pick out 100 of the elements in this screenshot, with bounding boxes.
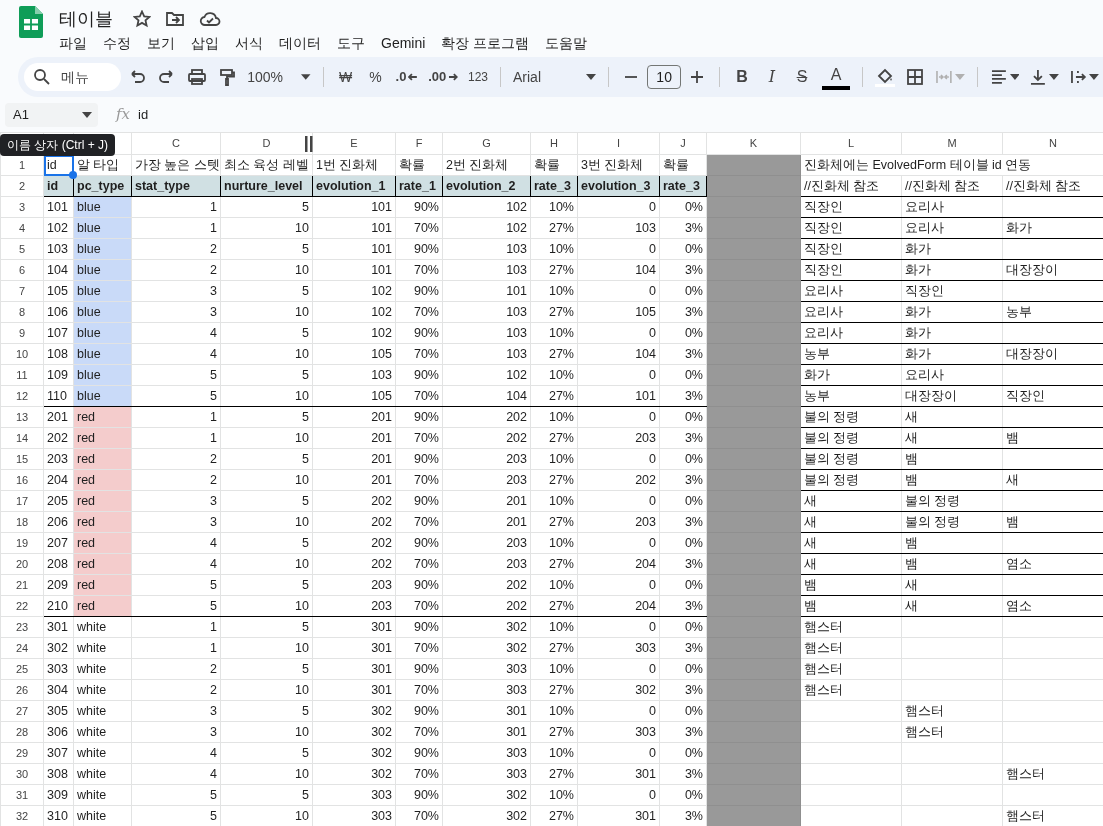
table-cell: 301 — [442, 721, 531, 743]
bold-button[interactable]: B — [728, 63, 756, 91]
column-header[interactable]: G — [442, 132, 531, 155]
font-size-field[interactable]: 10 — [647, 65, 681, 89]
search-field[interactable]: 메뉴 — [24, 63, 122, 91]
font-dropdown[interactable]: Arial — [509, 63, 601, 91]
number-format-button[interactable]: 123 — [464, 63, 492, 91]
star-icon[interactable] — [133, 10, 151, 28]
row-number[interactable]: 13 — [0, 406, 44, 428]
menu-item[interactable]: 도구 — [329, 32, 373, 54]
column-header[interactable]: C — [131, 132, 221, 155]
row-number[interactable]: 9 — [0, 322, 44, 344]
italic-button[interactable]: I — [758, 63, 786, 91]
menu-item[interactable]: 수정 — [95, 32, 139, 54]
row-number[interactable]: 17 — [0, 490, 44, 512]
row-number[interactable]: 5 — [0, 238, 44, 260]
menu-item[interactable]: 데이터 — [271, 32, 329, 54]
table-cell: 10 — [220, 217, 313, 239]
row-number[interactable]: 24 — [0, 637, 44, 659]
table-cell: 5 — [131, 784, 221, 806]
row-number[interactable]: 32 — [0, 805, 44, 826]
table-cell: 직장인 — [800, 217, 902, 239]
menu-item[interactable]: Gemini — [373, 32, 434, 54]
currency-format-button[interactable]: ₩ — [331, 63, 360, 91]
column-header[interactable]: M — [901, 132, 1003, 155]
document-title[interactable]: 테이블 — [59, 7, 113, 31]
row-number[interactable]: 6 — [0, 259, 44, 281]
row-number[interactable]: 16 — [0, 469, 44, 491]
row-number[interactable]: 12 — [0, 385, 44, 407]
row-number[interactable]: 27 — [0, 700, 44, 722]
formula-field[interactable]: id — [138, 104, 149, 125]
row-number[interactable]: 18 — [0, 511, 44, 533]
column-header[interactable]: I — [577, 132, 660, 155]
table-cell: 불의 정령 — [800, 448, 902, 470]
table-cell: 27% — [530, 427, 578, 449]
row-number[interactable]: 29 — [0, 742, 44, 764]
column-resize-handle-icon[interactable] — [305, 136, 313, 152]
table-cell: 3% — [659, 679, 707, 701]
table-cell: 확률 — [530, 154, 578, 176]
table-cell: 10 — [220, 637, 313, 659]
folder-arrow-icon[interactable] — [165, 10, 185, 28]
strikethrough-button[interactable]: S — [788, 63, 816, 91]
column-header[interactable]: J — [659, 132, 707, 155]
align-bottom-icon — [1029, 68, 1048, 86]
column-header[interactable]: F — [395, 132, 443, 155]
row-number[interactable]: 25 — [0, 658, 44, 680]
row-number[interactable]: 19 — [0, 532, 44, 554]
row-number[interactable]: 22 — [0, 595, 44, 617]
menu-item[interactable]: 서식 — [227, 32, 271, 54]
table-cell: 1 — [131, 637, 221, 659]
row-number[interactable]: 2 — [0, 175, 44, 197]
name-box[interactable]: A1 — [5, 102, 98, 127]
menu-item[interactable]: 삽입 — [183, 32, 227, 54]
table-cell: 206 — [43, 511, 74, 533]
row-number[interactable]: 14 — [0, 427, 44, 449]
table-cell: 27% — [530, 553, 578, 575]
table-cell: 5 — [220, 700, 313, 722]
row-number[interactable]: 15 — [0, 448, 44, 470]
table-cell: //진화체 참조 — [901, 175, 1003, 197]
table-cell: 303 — [577, 637, 660, 659]
cloud-check-icon[interactable] — [199, 10, 221, 28]
row-number[interactable]: 30 — [0, 763, 44, 785]
table-cell: 0 — [577, 742, 660, 764]
row-number[interactable]: 8 — [0, 301, 44, 323]
column-header[interactable]: L — [800, 132, 902, 155]
column-header[interactable]: H — [530, 132, 578, 155]
table-cell: 70% — [395, 511, 443, 533]
column-header[interactable]: N — [1002, 132, 1103, 155]
row-number[interactable]: 10 — [0, 343, 44, 365]
menu-item[interactable]: 보기 — [139, 32, 183, 54]
table-cell: 201 — [312, 427, 396, 449]
column-header[interactable]: E — [312, 132, 396, 155]
menu-item[interactable]: 파일 — [51, 32, 95, 54]
table-cell: 대장장이 — [901, 385, 1003, 407]
row-number[interactable]: 31 — [0, 784, 44, 806]
column-header[interactable]: D — [220, 132, 313, 155]
increase-decimal-button[interactable]: .00 — [424, 63, 462, 91]
row-number[interactable]: 7 — [0, 280, 44, 302]
spreadsheet-logo-icon[interactable] — [19, 6, 43, 38]
row-number[interactable]: 23 — [0, 616, 44, 638]
decrease-decimal-button[interactable]: .0 — [391, 63, 423, 91]
table-cell: 확률 — [395, 154, 443, 176]
row-number[interactable]: 28 — [0, 721, 44, 743]
row-number[interactable]: 21 — [0, 574, 44, 596]
table-cell: 203 — [577, 511, 660, 533]
row-number[interactable]: 1 — [0, 154, 44, 176]
table-cell: 210 — [43, 595, 74, 617]
row-number[interactable]: 26 — [0, 679, 44, 701]
text-color-button[interactable]: A — [822, 64, 850, 90]
row-number[interactable]: 20 — [0, 553, 44, 575]
table-cell: 3 — [131, 280, 221, 302]
menu-item[interactable]: 확장 프로그램 — [433, 32, 538, 54]
row-number[interactable]: 11 — [0, 364, 44, 386]
zoom-dropdown[interactable]: 100% — [243, 63, 315, 91]
column-header[interactable]: K — [706, 132, 801, 155]
row-number[interactable]: 3 — [0, 196, 44, 218]
row-number[interactable]: 4 — [0, 217, 44, 239]
menu-item[interactable]: 도움말 — [537, 32, 596, 54]
fill-handle[interactable] — [69, 171, 77, 179]
percent-format-button[interactable]: % — [361, 63, 390, 91]
